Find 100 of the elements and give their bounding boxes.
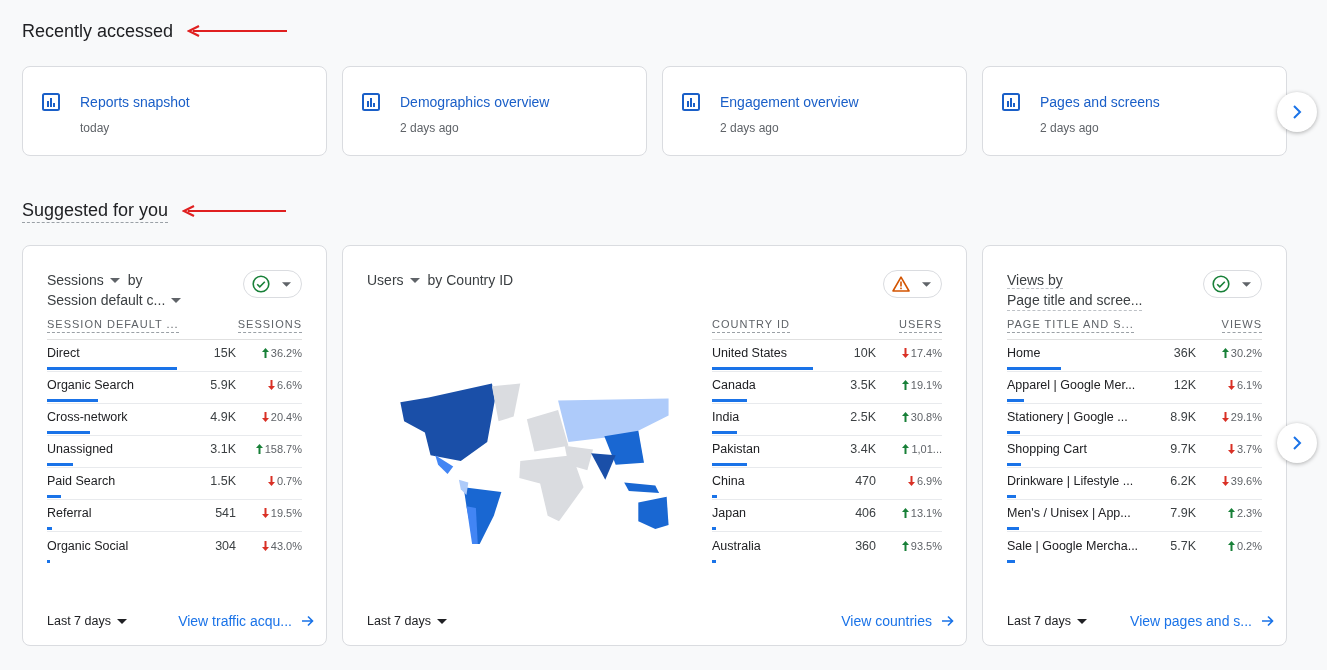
change-value: 36.2% [270, 347, 302, 359]
table-cell-text: Stationery | Google ... [1007, 410, 1129, 424]
change-value: 6.6% [276, 379, 302, 391]
bar-chart-icon [361, 92, 381, 112]
table-cell-text: Apparel | Google Mer... [1007, 378, 1137, 392]
table-cell-text: Australia [712, 539, 762, 553]
table-cell-text: Drinkware | Lifestyle ... [1007, 474, 1135, 488]
title-text: by [127, 272, 143, 288]
next-button[interactable] [1277, 423, 1317, 463]
table-cell-text: Referral [47, 506, 93, 520]
section-heading: Recently accessed [22, 20, 174, 42]
table-cell-text: Organic Social [47, 539, 130, 553]
table-cell-text: 5.7K [1169, 539, 1196, 553]
arrow-right-icon [942, 615, 954, 627]
table-cell-text: Direct [47, 346, 81, 360]
table-cell-text: 5.9K [209, 378, 236, 392]
table-cell-text: 3.5K [849, 378, 876, 392]
column-header: COUNTRY ID [712, 318, 791, 333]
table-cell-text: 406 [854, 506, 876, 520]
table-cell-text: 304 [214, 539, 236, 553]
bar-chart-icon [681, 92, 701, 112]
table-cell-text: 36K [1172, 346, 1196, 360]
change-value: 29.1% [1230, 411, 1262, 423]
bar-chart-icon [1001, 92, 1021, 112]
table-cell-text: 10K [852, 346, 876, 360]
table-cell-text: 9.7K [1169, 442, 1196, 456]
table-cell-text: Home [1007, 346, 1042, 360]
metric-dropdown[interactable]: Sessions [47, 270, 120, 290]
section-heading: Suggested for you [22, 199, 169, 223]
status-dropdown[interactable] [1203, 270, 1262, 298]
table-cell-text: Shopping Cart [1007, 442, 1088, 456]
table-cell-text: 1.5K [209, 474, 236, 488]
table-cell-text: 7.9K [1169, 506, 1196, 520]
caret-icon [116, 618, 127, 624]
column-header: SESSION DEFAULT ... [47, 318, 179, 333]
table-cell-text: 15K [212, 346, 236, 360]
column-header: PAGE TITLE AND S... [1007, 318, 1134, 333]
arrow-right-icon [1262, 615, 1274, 627]
table-cell-text: Organic Search [47, 378, 135, 392]
date-range-dropdown[interactable]: Last 7 days [47, 614, 127, 628]
table-cell-text: 3.4K [849, 442, 876, 456]
caret-icon [171, 297, 182, 303]
table-cell-text: Men's / Unisex | App... [1007, 506, 1132, 520]
report-card[interactable]: Reports snapshot today [22, 66, 327, 156]
report-card[interactable]: Engagement overview 2 days ago [662, 66, 967, 156]
change-value: 0.7% [276, 475, 302, 487]
table-cell-text: 2.5K [849, 410, 876, 424]
date-range-dropdown[interactable]: Last 7 days [1007, 614, 1087, 628]
column-header: USERS [899, 318, 942, 333]
view-link[interactable]: View pages and s... [1130, 613, 1274, 629]
table-cell-text: 470 [854, 474, 876, 488]
caret-icon [282, 281, 291, 287]
status-dropdown[interactable] [243, 270, 302, 298]
report-title: Engagement overview [720, 93, 859, 112]
title-text: Views by [1007, 272, 1063, 289]
bar-chart-icon [41, 92, 61, 112]
table-cell-text: Sale | Google Mercha... [1007, 539, 1140, 553]
table-cell-text: 6.2K [1169, 474, 1196, 488]
table-cell-text: Unassigned [47, 442, 114, 456]
metric-dropdown[interactable]: Users [367, 270, 420, 290]
view-link[interactable]: View countries [841, 613, 954, 629]
accessed-time: 2 days ago [1040, 121, 1100, 135]
next-button[interactable] [1277, 92, 1317, 132]
caret-icon [1076, 618, 1087, 624]
table-cell-text: India [712, 410, 741, 424]
table-cell-text: 8.9K [1169, 410, 1196, 424]
accessed-time: 2 days ago [720, 121, 780, 135]
table-cell-text: United States [712, 346, 789, 360]
status-dropdown[interactable] [883, 270, 942, 298]
change-value: 13.1% [910, 507, 942, 519]
title-text: Page title and scree... [1007, 290, 1143, 311]
dimension-dropdown[interactable]: Session default c... [47, 290, 182, 310]
table-cell-text: Cross-network [47, 410, 129, 424]
accessed-time: 2 days ago [400, 121, 460, 135]
report-card[interactable]: Pages and screens 2 days ago [982, 66, 1287, 156]
table-cell-text: Japan [712, 506, 748, 520]
table-cell-text: 541 [214, 506, 236, 520]
date-range-dropdown[interactable]: Last 7 days [367, 614, 447, 628]
change-value: 19.1% [910, 379, 942, 391]
table-cell-text: Paid Search [47, 474, 117, 488]
table-cell-text: China [712, 474, 746, 488]
change-value: 158.7% [264, 443, 302, 455]
caret-icon [922, 281, 931, 287]
table-cell-text: 4.9K [209, 410, 236, 424]
table-cell-text: 12K [1172, 378, 1196, 392]
report-card[interactable]: Demographics overview 2 days ago [342, 66, 647, 156]
caret-icon [436, 618, 447, 624]
column-header: SESSIONS [237, 318, 302, 333]
title-text: by Country ID [427, 272, 514, 288]
accessed-time: today [80, 121, 111, 135]
change-value: 30.2% [1230, 347, 1262, 359]
change-value: 93.5% [910, 540, 942, 552]
column-header: VIEWS [1221, 318, 1262, 333]
change-value: 2.3% [1236, 507, 1262, 519]
change-value: 17.4% [910, 347, 942, 359]
change-value: 1,01... [911, 443, 942, 455]
view-link[interactable]: View traffic acqu... [178, 613, 314, 629]
change-value: 43.0% [270, 540, 302, 552]
chevron-right-icon [1292, 436, 1302, 450]
report-title: Reports snapshot [80, 93, 190, 112]
